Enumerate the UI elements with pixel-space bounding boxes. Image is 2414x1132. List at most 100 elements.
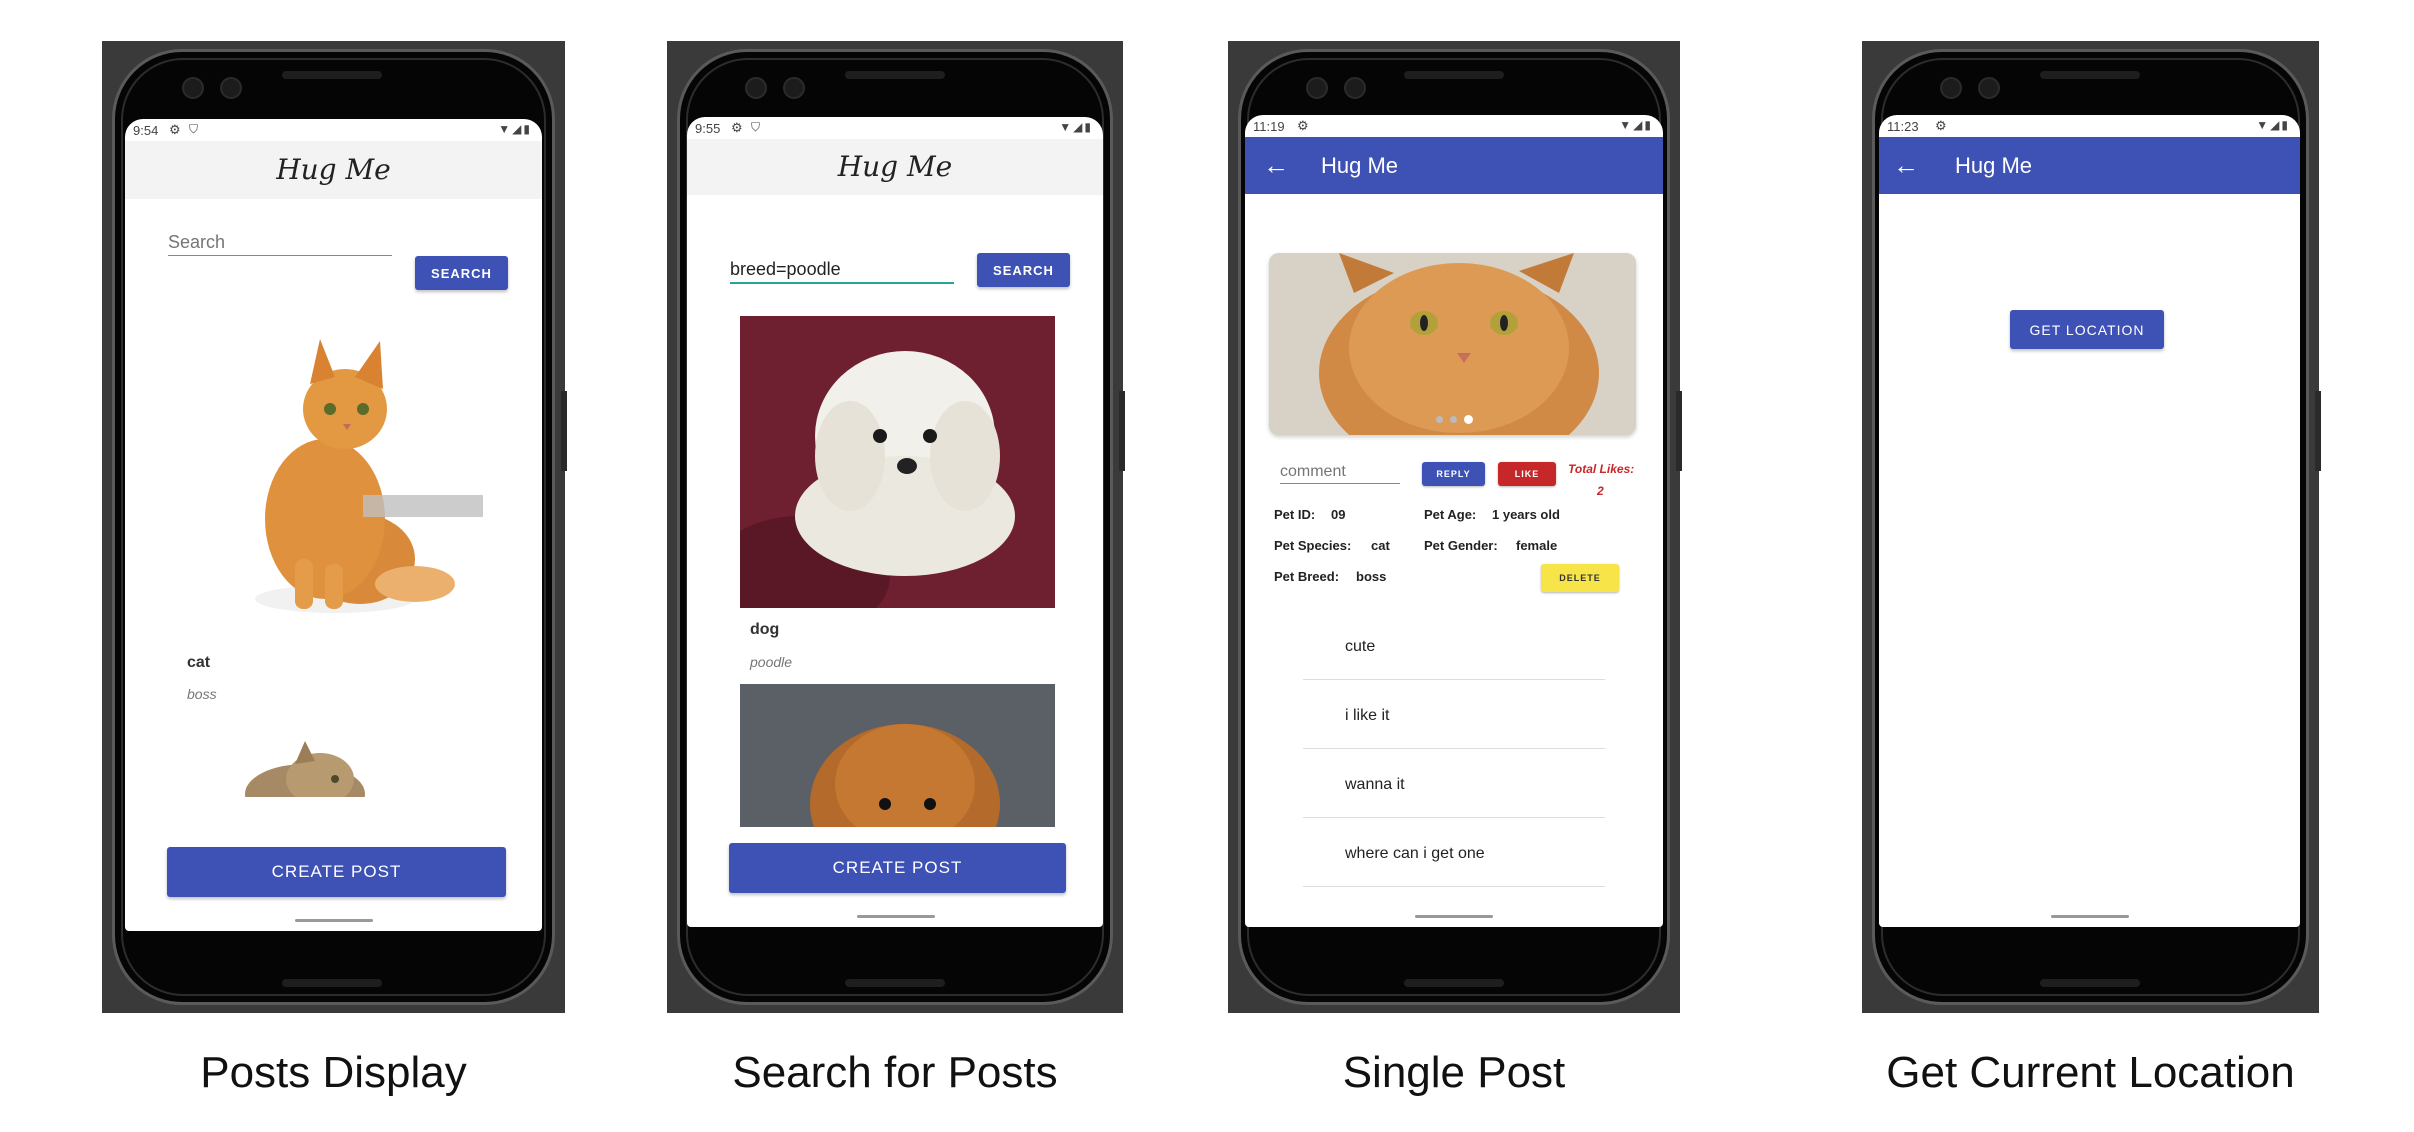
carousel-indicator — [1436, 414, 1476, 424]
camera-icon — [1940, 77, 1962, 99]
camera-icon — [745, 77, 767, 99]
phone-get-location: 11:23 ⚙ ▼◢▮ ← Hug Me GET LOCATION — [1862, 41, 2321, 1013]
post-title: cat — [187, 654, 211, 671]
bottom-speaker — [2040, 979, 2140, 987]
wifi-icon: ▼ — [2256, 118, 2271, 132]
caption-search-posts: Search for Posts — [732, 1048, 1058, 1097]
poodle-illustration-2 — [740, 684, 1055, 827]
cat-illustration-2 — [245, 741, 365, 797]
pet-age-label: Pet Age: — [1424, 507, 1477, 522]
battery-icon: ▮ — [523, 122, 532, 136]
phone-search-posts: 9:55 ⚙ ⛉ ▼◢▮ Hug Me SEARCH dog — [667, 41, 1125, 1013]
caption-get-location: Get Current Location — [1886, 1048, 2295, 1097]
power-button — [2315, 391, 2321, 471]
app-header: Hug Me — [125, 141, 542, 199]
pet-id-label: Pet ID: — [1274, 507, 1316, 522]
earpiece-speaker — [282, 71, 382, 79]
pet-species-value: cat — [1371, 538, 1390, 553]
home-indicator — [295, 919, 373, 922]
caption-posts-display: Posts Display — [200, 1048, 467, 1097]
search-button[interactable]: SEARCH — [415, 256, 508, 290]
post-image-cat[interactable] — [185, 329, 485, 629]
pet-id-value: 09 — [1331, 507, 1346, 522]
status-bar: 11:19 ⚙ ▼◢▮ — [1245, 115, 1663, 137]
comment-text: i like it — [1345, 707, 1390, 724]
bottom-speaker — [845, 979, 945, 987]
create-post-button[interactable]: CREATE POST — [167, 847, 506, 897]
pet-species-label: Pet Species: — [1274, 538, 1352, 553]
status-bar: 9:55 ⚙ ⛉ ▼◢▮ — [687, 117, 1103, 139]
gear-icon: ⚙ — [1935, 118, 1947, 133]
pet-gender-label: Pet Gender: — [1424, 538, 1498, 553]
power-button — [1676, 391, 1682, 471]
app-header: Hug Me — [687, 139, 1103, 195]
screen: 9:55 ⚙ ⛉ ▼◢▮ Hug Me SEARCH dog — [687, 117, 1103, 927]
wifi-icon: ▼ — [1059, 120, 1074, 134]
post-image-carousel[interactable] — [1269, 253, 1636, 435]
comment-text: cute — [1345, 638, 1376, 655]
comment-item: wanna it — [1303, 749, 1605, 818]
back-arrow-icon[interactable]: ← — [1263, 150, 1289, 181]
gear-icon: ⚙ — [731, 120, 743, 135]
total-likes-value: 2 — [1597, 484, 1604, 498]
cat-closeup-illustration — [1269, 253, 1636, 435]
app-bar-title: Hug Me — [1321, 153, 1399, 178]
pet-gender-value: female — [1516, 538, 1558, 553]
reply-button[interactable]: REPLY — [1422, 462, 1485, 486]
carousel-dot[interactable] — [1436, 416, 1443, 423]
earpiece-speaker — [1404, 71, 1504, 79]
status-icons: ▼◢▮ — [498, 122, 532, 136]
total-likes-label: Total Likes: — [1568, 462, 1635, 476]
bottom-speaker — [282, 979, 382, 987]
screen: 9:54 ⚙ ⛉ ▼◢▮ Hug Me SEARCH — [125, 119, 542, 931]
comment-input[interactable] — [1280, 461, 1400, 484]
create-post-button[interactable]: CREATE POST — [729, 843, 1066, 893]
camera-icon — [1978, 77, 2000, 99]
status-bar: 9:54 ⚙ ⛉ ▼◢▮ — [125, 119, 542, 141]
screen: 11:23 ⚙ ▼◢▮ ← Hug Me GET LOCATION — [1879, 115, 2300, 927]
shield-icon: ⛉ — [751, 120, 761, 134]
post-image-cat-2[interactable] — [225, 739, 385, 797]
power-button — [1119, 391, 1125, 471]
home-indicator — [1415, 915, 1493, 918]
power-button — [561, 391, 567, 471]
search-input[interactable] — [168, 229, 392, 256]
wifi-icon: ▼ — [1619, 118, 1634, 132]
status-icons: ▼◢▮ — [2256, 118, 2290, 132]
battery-icon: ▮ — [1644, 118, 1653, 132]
signal-icon: ◢ — [2270, 118, 2282, 132]
search-input[interactable] — [730, 256, 954, 284]
comment-text: wanna it — [1345, 776, 1405, 793]
camera-icon — [1306, 77, 1328, 99]
status-time: 11:19 — [1253, 119, 1285, 134]
post-image-poodle[interactable] — [740, 316, 1055, 608]
post-subtitle: boss — [187, 686, 217, 702]
signal-icon: ◢ — [1633, 118, 1645, 132]
camera-icon — [783, 77, 805, 99]
camera-icon — [182, 77, 204, 99]
back-arrow-icon[interactable]: ← — [1893, 150, 1919, 181]
search-button[interactable]: SEARCH — [977, 253, 1070, 287]
carousel-dot-active[interactable] — [1464, 415, 1473, 424]
comment-text: where can i get one — [1345, 845, 1485, 862]
like-button[interactable]: LIKE — [1498, 462, 1556, 486]
home-indicator — [857, 915, 935, 918]
status-time: 9:55 — [695, 121, 721, 136]
phone-posts-display: 9:54 ⚙ ⛉ ▼◢▮ Hug Me SEARCH — [102, 41, 567, 1013]
pet-age-value: 1 years old — [1492, 507, 1560, 522]
cat-illustration — [255, 339, 483, 613]
comment-item: cute — [1303, 611, 1605, 680]
status-time: 11:23 — [1887, 119, 1919, 134]
battery-icon: ▮ — [1084, 120, 1093, 134]
delete-button[interactable]: DELETE — [1541, 564, 1619, 592]
get-location-button[interactable]: GET LOCATION — [2010, 310, 2164, 349]
app-bar: ← Hug Me — [1879, 137, 2300, 194]
signal-icon: ◢ — [1073, 120, 1085, 134]
battery-icon: ▮ — [2281, 118, 2290, 132]
post-image-poodle-2[interactable] — [740, 684, 1055, 827]
app-bar: ← Hug Me — [1245, 137, 1663, 194]
carousel-dot[interactable] — [1450, 416, 1457, 423]
post-title: dog — [750, 621, 780, 638]
status-icons: ▼◢▮ — [1059, 120, 1093, 134]
app-bar-title: Hug Me — [1955, 153, 2033, 178]
